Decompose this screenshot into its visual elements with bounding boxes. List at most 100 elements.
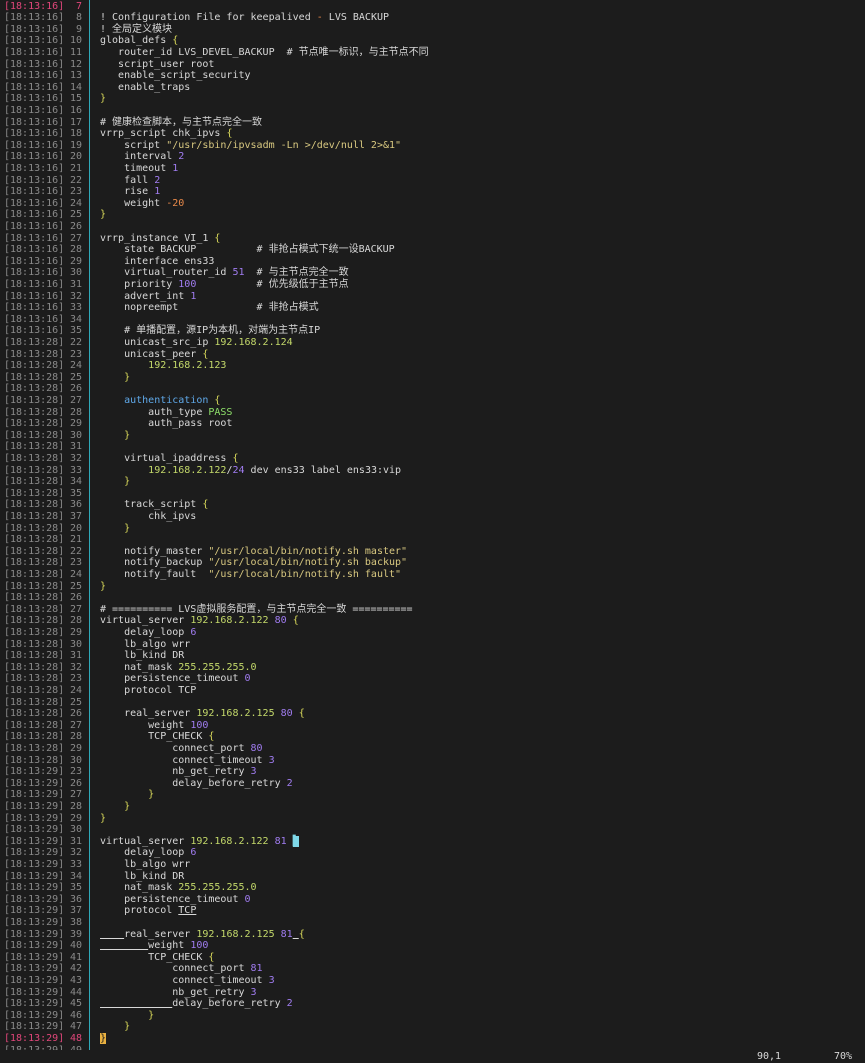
line-code[interactable]: state BACKUP # 非抢占模式下统一设BACKUP — [100, 244, 395, 256]
line-code[interactable]: 192.168.2.123 — [100, 360, 226, 372]
editor-line[interactable]: [18:13:28] 28 TCP_CHECK { — [0, 731, 865, 743]
editor-line[interactable]: [18:13:16] 34 — [0, 314, 865, 326]
line-code[interactable]: notify_fault "/usr/local/bin/notify.sh f… — [100, 569, 401, 581]
line-code[interactable]: nat_mask 255.255.255.0 — [100, 882, 256, 894]
editor-line[interactable]: [18:13:28] 32 virtual_ipaddress { — [0, 453, 865, 465]
line-code[interactable]: } — [100, 93, 106, 105]
line-code[interactable]: connect_timeout 3 — [100, 755, 274, 767]
line-code[interactable]: virtual_server 192.168.2.122 81 ▌ — [100, 835, 299, 848]
line-code[interactable]: fall 2 — [100, 175, 160, 187]
line-code[interactable]: 192.168.2.122/24 dev ens33 label ens33:v… — [100, 465, 401, 477]
line-code[interactable]: authentication { — [100, 395, 220, 407]
editor-line[interactable]: [18:13:16] 21 timeout 1 — [0, 163, 865, 175]
line-code[interactable]: enable_script_security — [100, 70, 250, 82]
line-code[interactable]: router_id LVS_DEVEL_BACKUP # 节点唯一标识，与主节点… — [100, 47, 429, 59]
editor-line[interactable]: [18:13:29] 43 connect_timeout 3 — [0, 975, 865, 987]
editor-line[interactable]: [18:13:16] 28 state BACKUP # 非抢占模式下统一设BAC… — [0, 244, 865, 256]
editor-line[interactable]: [18:13:16] 12 script_user root — [0, 59, 865, 71]
editor-line[interactable]: [18:13:28] 23 unicast_peer { — [0, 349, 865, 361]
line-code[interactable]: protocol TCP — [100, 685, 196, 697]
line-code[interactable]: } — [100, 1010, 154, 1022]
editor-line[interactable]: [18:13:28] 24 protocol TCP — [0, 685, 865, 697]
editor-line[interactable]: [18:13:16] 19 script "/usr/sbin/ipvsadm -… — [0, 140, 865, 152]
line-code[interactable]: lb_kind DR — [100, 871, 184, 883]
line-code[interactable]: auth_type PASS — [100, 407, 232, 419]
editor-line[interactable]: [18:13:29] 44 nb_get_retry 3 — [0, 987, 865, 999]
editor-line[interactable]: [18:13:29] 41 TCP_CHECK { — [0, 952, 865, 964]
editor-line[interactable]: [18:13:29] 48} — [0, 1032, 865, 1045]
line-code[interactable]: virtual_router_id 51 # 与主节点完全一致 — [100, 267, 349, 279]
line-code[interactable]: ! 全局定义模块 — [100, 24, 172, 36]
line-code[interactable]: weight 100 — [100, 720, 208, 732]
line-code[interactable]: } — [100, 581, 106, 593]
line-code[interactable]: # 健康检查脚本，与主节点完全一致 — [100, 117, 262, 129]
editor-line[interactable]: [18:13:28] 27 # ========== LVS虚拟服务配置，与主节点完… — [0, 604, 865, 616]
line-code[interactable]: } — [100, 1032, 107, 1045]
line-code[interactable]: chk_ipvs — [100, 511, 196, 523]
line-code[interactable]: # ========== LVS虚拟服务配置，与主节点完全一致 ========… — [100, 604, 413, 616]
line-code[interactable]: } — [100, 801, 130, 813]
editor-line[interactable]: [18:13:28] 31 lb_kind DR — [0, 650, 865, 662]
editor-line[interactable]: [18:13:28] 32 nat_mask 255.255.255.0 — [0, 662, 865, 674]
editor-line[interactable]: [18:13:29] 32 delay_loop 6 — [0, 847, 865, 859]
line-code[interactable]: nopreempt # 非抢占模式 — [100, 302, 319, 314]
line-code[interactable]: track_script { — [100, 499, 208, 511]
editor-line[interactable]: [18:13:28] 22 unicast_src_ip 192.168.2.12… — [0, 337, 865, 349]
line-code[interactable]: unicast_peer { — [100, 349, 208, 361]
editor-line[interactable]: [18:13:16] 20 interval 2 — [0, 151, 865, 163]
editor-line[interactable]: [18:13:28] 29 connect_port 80 — [0, 743, 865, 755]
editor-line[interactable]: [18:13:16] 33 nopreempt # 非抢占模式 — [0, 302, 865, 314]
editor-line[interactable]: [18:13:28] 33 192.168.2.122/24 dev ens33 … — [0, 465, 865, 477]
line-code[interactable]: protocol TCP — [100, 905, 196, 917]
line-code[interactable]: persistence_timeout 0 — [100, 894, 250, 906]
line-code[interactable]: } — [100, 209, 106, 221]
editor-line[interactable]: [18:13:16] 24 weight -20 — [0, 198, 865, 210]
editor-line[interactable]: [18:13:28] 25} — [0, 581, 865, 593]
editor-line[interactable]: [18:13:28] 23 persistence_timeout 0 — [0, 673, 865, 685]
line-code[interactable]: virtual_ipaddress { — [100, 453, 238, 465]
line-code[interactable]: nb_get_retry 3 — [100, 766, 256, 778]
line-code[interactable]: lb_algo wrr — [100, 639, 190, 651]
editor-line[interactable]: [18:13:29] 26 delay_before_retry 2 — [0, 778, 865, 790]
editor-line[interactable]: [18:13:16] 13 enable_script_security — [0, 70, 865, 82]
editor-line[interactable]: [18:13:29] 39 real_server 192.168.2.125 8… — [0, 929, 865, 941]
editor-line[interactable]: [18:13:16] 31 priority 100 # 优先级低于主节点 — [0, 279, 865, 291]
line-code[interactable]: persistence_timeout 0 — [100, 673, 250, 685]
editor-line[interactable]: [18:13:29] 30 — [0, 824, 865, 836]
editor-line[interactable]: [18:13:29] 23 nb_get_retry 3 — [0, 766, 865, 778]
terminal-editor[interactable]: [18:13:16] 7 [18:13:16] 8 ! Configuration Fi… — [0, 0, 865, 1063]
editor-line[interactable]: [18:13:29] 33 lb_algo wrr — [0, 859, 865, 871]
editor-line[interactable]: [18:13:16] 14 enable_traps — [0, 82, 865, 94]
editor-line[interactable]: [18:13:16] 8 ! Configuration File for keep… — [0, 12, 865, 24]
line-code[interactable]: delay_loop 6 — [100, 627, 196, 639]
line-code[interactable]: vrrp_instance VI_1 { — [100, 233, 220, 245]
line-code[interactable]: nat_mask 255.255.255.0 — [100, 662, 256, 674]
line-code[interactable]: weight 100 — [100, 940, 208, 952]
line-code[interactable]: rise 1 — [100, 186, 160, 198]
editor-line[interactable]: [18:13:29] 40 weight 100 — [0, 940, 865, 952]
editor-line[interactable]: [18:13:28] 26 — [0, 383, 865, 395]
editor-line[interactable]: [18:13:28] 29 delay_loop 6 — [0, 627, 865, 639]
line-code[interactable]: lb_kind DR — [100, 650, 184, 662]
editor-line[interactable]: [18:13:28] 27 weight 100 — [0, 720, 865, 732]
line-code[interactable]: lb_algo wrr — [100, 859, 190, 871]
editor-line[interactable]: [18:13:28] 20 } — [0, 523, 865, 535]
editor-line[interactable]: [18:13:16] 26 — [0, 221, 865, 233]
editor-line[interactable]: [18:13:16] 16 — [0, 105, 865, 117]
line-code[interactable]: notify_backup "/usr/local/bin/notify.sh … — [100, 557, 407, 569]
editor-line[interactable]: [18:13:16] 35 # 单播配置，源IP为本机，对端为主节点IP — [0, 325, 865, 337]
editor-line[interactable]: [18:13:28] 23 notify_backup "/usr/local/b… — [0, 557, 865, 569]
line-code[interactable]: connect_port 80 — [100, 743, 262, 755]
line-code[interactable]: TCP_CHECK { — [100, 731, 214, 743]
editor-line[interactable]: [18:13:28] 36 track_script { — [0, 499, 865, 511]
line-code[interactable]: timeout 1 — [100, 163, 178, 175]
editor-line[interactable]: [18:13:29] 46 } — [0, 1010, 865, 1022]
editor-line[interactable]: [18:13:16] 30 virtual_router_id 51 # 与主节点… — [0, 267, 865, 279]
line-code[interactable]: real_server 192.168.2.125 80 { — [100, 708, 305, 720]
editor-line[interactable]: [18:13:28] 26 — [0, 592, 865, 604]
line-code[interactable]: notify_master "/usr/local/bin/notify.sh … — [100, 546, 407, 558]
line-code[interactable]: nb_get_retry 3 — [100, 987, 256, 999]
line-code[interactable]: enable_traps — [100, 82, 190, 94]
editor-line[interactable]: [18:13:28] 27 authentication { — [0, 395, 865, 407]
editor-line[interactable]: [18:13:28] 30 } — [0, 430, 865, 442]
